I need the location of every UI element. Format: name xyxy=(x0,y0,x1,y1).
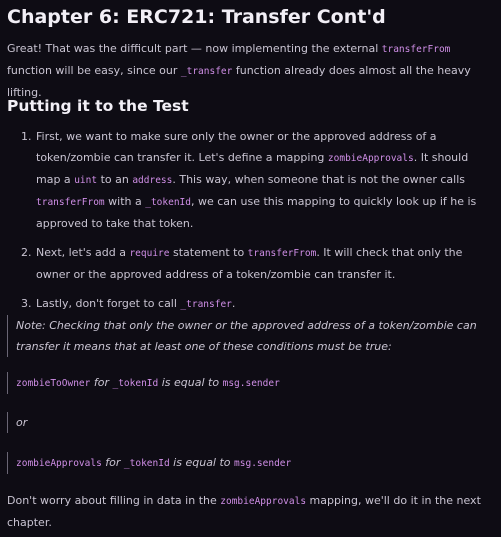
cond-1-text-2: is equal to xyxy=(158,376,223,389)
condition-approvals-blockquote: zombieApprovals for _tokenId is equal to… xyxy=(7,452,487,474)
cond-1-text-1: for xyxy=(90,376,113,389)
cond-2-text-2: is equal to xyxy=(169,456,235,469)
code-transferfrom: transferFrom xyxy=(247,248,317,259)
code-zombieapprovals: zombieApprovals xyxy=(327,153,414,164)
step-1-text-3: to an xyxy=(97,173,133,186)
or-blockquote: or xyxy=(7,412,487,433)
steps-list: First, we want to make sure only the own… xyxy=(0,126,485,323)
code-tokenid: _tokenId xyxy=(123,458,170,469)
code-require: require xyxy=(129,248,170,259)
step-1-text-4: . This way, when someone that is not the… xyxy=(172,173,465,186)
chapter-title: Chapter 6: ERC721: Transfer Cont'd xyxy=(7,6,386,28)
step-3-text-2: . xyxy=(231,297,236,310)
step-1: First, we want to make sure only the own… xyxy=(35,126,485,234)
section-title: Putting it to the Test xyxy=(7,97,189,115)
code-zombieapprovals: zombieApprovals xyxy=(16,458,102,469)
code-tokenid: _tokenId xyxy=(112,378,159,389)
step-2-text-2: statement to xyxy=(169,246,248,259)
step-2: Next, let's add a require statement to t… xyxy=(35,242,485,285)
condition-owner-blockquote: zombieToOwner for _tokenId is equal to m… xyxy=(7,372,487,394)
cond-2-text-1: for xyxy=(101,456,124,469)
code-transferfrom: transferFrom xyxy=(36,197,105,208)
step-3-text-1: Lastly, don't forget to call xyxy=(36,297,181,310)
intro-text-1: Great! That was the difficult part — now… xyxy=(7,42,382,55)
code-zombieapprovals: zombieApprovals xyxy=(220,496,307,507)
code-tokenid: _tokenId xyxy=(145,197,191,208)
code-msg-sender: msg.sender xyxy=(234,458,292,469)
intro-text-2: function will be easy, since our xyxy=(7,64,181,77)
code-msg-sender: msg.sender xyxy=(222,378,280,389)
code-transfer: _transfer xyxy=(180,66,233,77)
code-uint: uint xyxy=(74,175,98,186)
code-zombietoowner: zombieToOwner xyxy=(16,378,91,389)
lesson-page: Chapter 6: ERC721: Transfer Cont'd Great… xyxy=(0,0,501,537)
step-2-text-1: Next, let's add a xyxy=(36,246,130,259)
note-blockquote: Note: Checking that only the owner or th… xyxy=(7,315,487,357)
outro-text-1: Don't worry about filling in data in the xyxy=(7,494,221,507)
code-transferfrom: transferFrom xyxy=(381,44,451,55)
step-1-text-5: with a xyxy=(104,195,146,208)
outro-paragraph: Don't worry about filling in data in the… xyxy=(7,490,492,533)
code-transfer: _transfer xyxy=(180,299,232,310)
step-3: Lastly, don't forget to call _transfer. xyxy=(35,293,485,315)
code-address: address xyxy=(132,175,173,186)
